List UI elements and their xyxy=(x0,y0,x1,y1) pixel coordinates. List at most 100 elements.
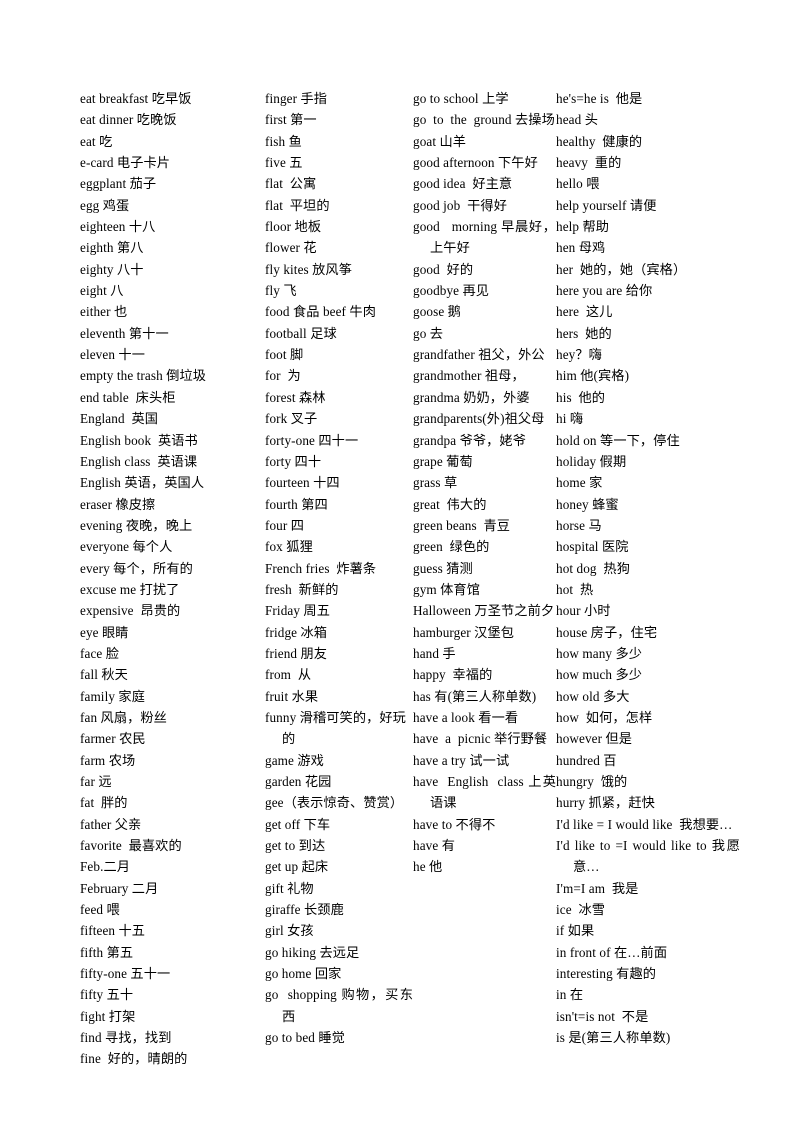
vocabulary-column-4: he's=he is 他是 head 头 healthy 健康的 heavy 重… xyxy=(556,88,740,1048)
vocab-entry: evening 夜晚，晚上 xyxy=(80,517,193,533)
vocab-entry: hen 母鸡 xyxy=(556,240,606,256)
vocab-entry: fall 秋天 xyxy=(80,667,128,683)
vocab-entry: fifteen 十五 xyxy=(80,923,146,939)
vocab-entry: hour 小时 xyxy=(556,603,611,619)
vocab-entry: egg 鸡蛋 xyxy=(80,197,130,213)
document-page: eat breakfast 吃早饭 eat dinner 吃晚饭 eat 吃 e… xyxy=(0,0,800,1132)
vocab-entry: fifth 第五 xyxy=(80,944,134,960)
vocab-entry: heavy 重的 xyxy=(556,155,622,171)
vocab-entry: honey 蜂蜜 xyxy=(556,496,619,512)
vocab-entry: have a picnic 举行野餐 xyxy=(413,731,548,747)
vocab-entry: Halloween 万圣节之前夕 xyxy=(413,603,555,619)
vocab-entry: hurry 抓紧，赶快 xyxy=(556,795,655,811)
vocab-entry: head 头 xyxy=(556,112,598,128)
vocab-entry: grass 草 xyxy=(413,475,458,491)
vocab-entry: find 寻找，找到 xyxy=(80,1030,172,1046)
vocab-entry: fruit 水果 xyxy=(265,688,319,704)
vocab-entry: fox 狐狸 xyxy=(265,539,313,555)
vocab-entry: good idea 好主意 xyxy=(413,176,513,192)
vocab-entry: isn't=is not 不是 xyxy=(556,1008,649,1024)
vocab-entry: grandparents(外)祖父母 xyxy=(413,411,545,427)
vocab-entry: hold on 等一下，停住 xyxy=(556,432,680,448)
vocab-entry: gift 礼物 xyxy=(265,880,314,896)
vocab-entry: I'd like to =I would like to 我愿意… xyxy=(556,838,740,875)
vocab-entry: forty-one 四十一 xyxy=(265,432,359,448)
vocab-entry: excuse me 打扰了 xyxy=(80,581,180,597)
vocab-entry: farm 农场 xyxy=(80,752,136,768)
vocab-entry: he 他 xyxy=(413,859,443,875)
vocab-entry: eighty 八十 xyxy=(80,261,144,277)
vocab-entry: far 远 xyxy=(80,774,112,789)
vocab-entry: interesting 有趣的 xyxy=(556,966,657,982)
vocab-entry: have to 不得不 xyxy=(413,816,496,832)
vocab-entry: hospital 医院 xyxy=(556,539,629,555)
vocab-entry: grandma 奶奶，外婆 xyxy=(413,389,530,405)
vocab-entry: in front of 在…前面 xyxy=(556,944,668,960)
vocab-entry: hot dog 热狗 xyxy=(556,560,630,576)
vocab-entry: Feb.二月 xyxy=(80,859,131,875)
vocab-entry: fly 飞 xyxy=(265,283,297,299)
vocab-entry: have 有 xyxy=(413,838,455,854)
vocab-entry: fork 叉子 xyxy=(265,411,318,427)
vocab-entry: fridge 冰箱 xyxy=(265,624,328,640)
vocab-entry: farmer 农民 xyxy=(80,731,146,747)
vocab-entry: here 这儿 xyxy=(556,304,613,320)
vocab-entry: great 伟大的 xyxy=(413,496,487,512)
vocab-entry: flower 花 xyxy=(265,240,317,256)
vocab-entry: fight 打架 xyxy=(80,1008,136,1024)
vocab-entry: either 也 xyxy=(80,304,128,320)
vocab-entry: giraffe 长颈鹿 xyxy=(265,902,344,918)
vocab-entry: fly kites 放风筝 xyxy=(265,261,353,277)
vocab-entry: girl 女孩 xyxy=(265,923,314,939)
vocab-entry: in 在 xyxy=(556,987,584,1003)
vocab-entry: feed 喂 xyxy=(80,902,120,918)
vocab-entry: go to school 上学 xyxy=(413,91,509,106)
vocab-entry: fifty 五十 xyxy=(80,987,134,1003)
vocab-entry: green beans 青豆 xyxy=(413,517,511,533)
vocab-entry: I'd like = I would like 我想要… xyxy=(556,816,733,832)
vocab-entry: fourteen 十四 xyxy=(265,475,340,491)
vocabulary-column-3: go to school 上学 go to the ground 去操场 goa… xyxy=(413,88,556,878)
vocab-entry: grandpa 爷爷，姥爷 xyxy=(413,432,527,448)
vocabulary-column-1: eat breakfast 吃早饭 eat dinner 吃晚饭 eat 吃 e… xyxy=(80,88,265,1070)
vocab-entry: have English class 上英语课 xyxy=(413,774,556,811)
vocab-entry: father 父亲 xyxy=(80,816,142,832)
vocab-entry: fourth 第四 xyxy=(265,496,328,512)
vocab-entry: eighteen 十八 xyxy=(80,219,156,235)
vocab-entry: favorite 最喜欢的 xyxy=(80,838,182,854)
vocab-entry: how 如何，怎样 xyxy=(556,709,653,725)
vocab-entry: England 英国 xyxy=(80,411,159,427)
vocab-entry: first 第一 xyxy=(265,112,317,128)
vocabulary-column-2: finger 手指 first 第一 fish 鱼 five 五 flat 公寓… xyxy=(265,88,413,1048)
vocab-entry: four 四 xyxy=(265,517,305,533)
vocab-entry: hundred 百 xyxy=(556,752,617,768)
vocab-entry: end table 床头柜 xyxy=(80,389,176,405)
vocab-entry: hi 嗨 xyxy=(556,411,584,427)
vocab-entry: guess 猜测 xyxy=(413,560,473,576)
vocab-entry: horse 马 xyxy=(556,517,602,533)
vocab-entry: floor 地板 xyxy=(265,219,322,235)
vocab-entry: flat 平坦的 xyxy=(265,197,330,213)
vocab-entry: from 从 xyxy=(265,667,312,683)
vocab-entry: get to 到达 xyxy=(265,838,326,854)
vocab-entry: foot 脚 xyxy=(265,347,304,363)
vocab-entry: have a look 看一看 xyxy=(413,709,519,725)
vocab-entry: go to bed 睡觉 xyxy=(265,1030,345,1046)
vocab-entry: English class 英语课 xyxy=(80,453,198,469)
vocab-entry: grandfather 祖父，外公 xyxy=(413,347,545,363)
vocab-entry: go home 回家 xyxy=(265,966,342,982)
vocab-entry: I'm=I am 我是 xyxy=(556,880,639,896)
vocab-entry: eighth 第八 xyxy=(80,240,144,256)
vocab-entry: fat 胖的 xyxy=(80,795,128,811)
vocab-entry: go 去 xyxy=(413,325,444,341)
vocab-entry: has 有(第三人称单数) xyxy=(413,688,537,704)
vocab-entry: good morning 早晨好，上午好 xyxy=(413,219,556,256)
vocab-entry: empty the trash 倒垃圾 xyxy=(80,368,207,384)
vocab-entry: good afternoon 下午好 xyxy=(413,155,538,171)
vocab-entry: him 他(宾格) xyxy=(556,368,630,384)
vocab-entry: Friday 周五 xyxy=(265,603,331,619)
vocab-entry: hers 她的 xyxy=(556,325,612,341)
vocab-entry: every 每个，所有的 xyxy=(80,560,193,576)
vocab-entry: eye 眼睛 xyxy=(80,624,129,640)
vocab-entry: English book 英语书 xyxy=(80,432,198,448)
